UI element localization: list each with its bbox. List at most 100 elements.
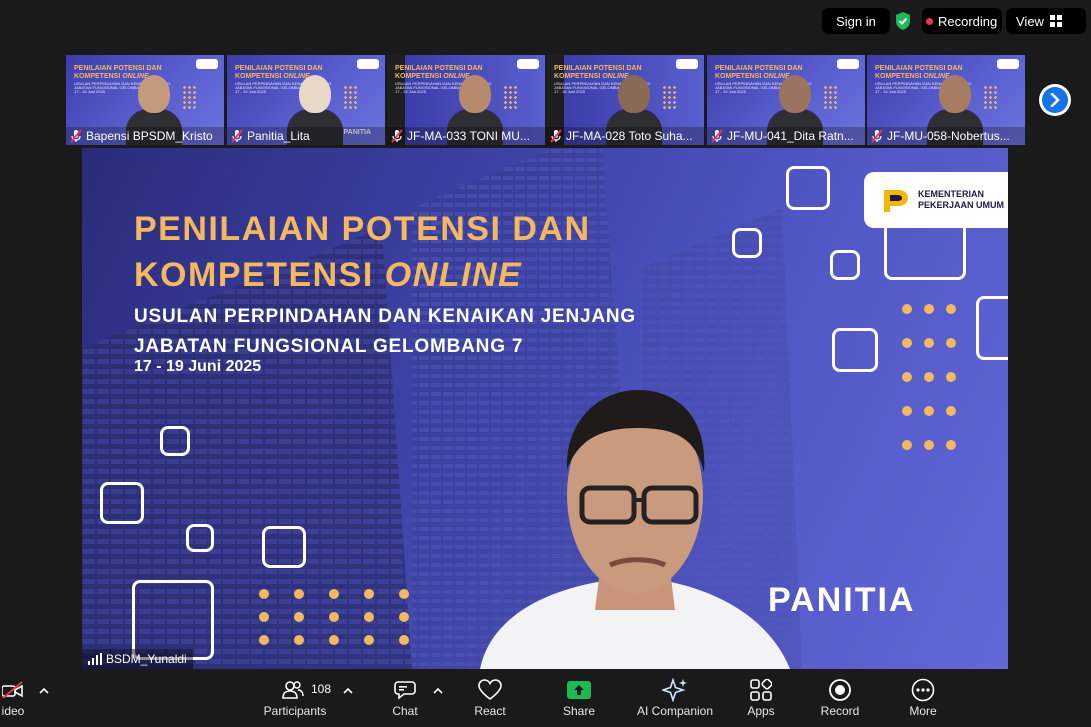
- view-label: View: [1016, 13, 1044, 29]
- thumb-decor-dots: [662, 85, 676, 109]
- thumb-title-line1: PENILAIAN POTENSI DAN: [395, 65, 483, 72]
- participant-thumbnail[interactable]: PENILAIAN POTENSI DAN KOMPETENSI ONLINE US…: [66, 55, 224, 145]
- decor-dot: [399, 589, 409, 599]
- participant-thumbnail[interactable]: PENILAIAN POTENSI DAN KOMPETENSI ONLINE US…: [707, 55, 865, 145]
- recording-dot-icon: [926, 17, 933, 25]
- thumb-title-line1: PENILAIAN POTENSI DAN: [235, 65, 323, 72]
- thumb-title-line2: KOMPETENSI: [715, 73, 764, 80]
- decor-square: [262, 526, 306, 568]
- decor-dot: [329, 589, 339, 599]
- participant-name-bar: JF-MA-028 Toto Suha...: [546, 127, 704, 145]
- decor-dot: [294, 589, 304, 599]
- decor-square: [832, 328, 878, 372]
- decor-dot: [946, 372, 956, 382]
- participant-name: JF-MA-033 TONI MU...: [407, 129, 530, 143]
- record-icon: [829, 679, 851, 701]
- decor-square: [160, 426, 190, 456]
- thumb-decor-dots: [343, 85, 357, 109]
- ai-companion-button[interactable]: AI Companion: [632, 676, 718, 724]
- security-shield-icon[interactable]: [890, 8, 916, 34]
- react-button[interactable]: React: [470, 676, 510, 724]
- shield-check-icon: [896, 12, 910, 30]
- decor-dot: [902, 304, 912, 314]
- signal-strength-icon: [88, 653, 102, 665]
- decor-square: [732, 228, 762, 258]
- decor-dot: [294, 635, 304, 645]
- thumb-decor-dots: [182, 85, 196, 109]
- speaker-figure: [480, 390, 790, 669]
- heart-icon: [478, 679, 502, 701]
- mic-muted-icon: [70, 129, 82, 143]
- ai-sparkle-icon: [662, 678, 687, 702]
- ai-companion-label: AI Companion: [636, 704, 714, 718]
- sign-in-label: Sign in: [836, 13, 876, 29]
- decor-dot: [946, 304, 956, 314]
- participant-thumbnail[interactable]: PENILAIAN POTENSI DAN KOMPETENSI ONLINE US…: [387, 55, 545, 145]
- decor-square: [830, 250, 860, 280]
- share-screen-icon: [567, 681, 591, 699]
- chat-icon: [394, 681, 416, 700]
- decor-dot: [329, 612, 339, 622]
- decor-dot: [902, 372, 912, 382]
- recording-indicator[interactable]: Recording: [922, 8, 1002, 34]
- participants-options-caret-icon[interactable]: [343, 686, 353, 696]
- sign-in-button[interactable]: Sign in: [822, 8, 890, 34]
- decor-square: [186, 524, 214, 552]
- slide-title-online: ONLINE: [384, 256, 523, 294]
- participant-name: JF-MU-041_Dita Ratn...: [727, 129, 854, 143]
- thumb-logo: [837, 59, 859, 69]
- more-label: More: [909, 704, 937, 718]
- record-button[interactable]: Record: [818, 676, 862, 724]
- speaker-name-tag: BSDM_Yunaldi: [82, 649, 193, 669]
- share-button[interactable]: Share: [559, 676, 599, 724]
- decor-dot: [924, 372, 934, 382]
- top-bar: Sign in Recording View: [0, 0, 1091, 44]
- thumb-title-line1: PENILAIAN POTENSI DAN: [554, 65, 642, 72]
- apps-button[interactable]: Apps: [744, 676, 778, 724]
- active-speaker-video[interactable]: PENILAIAN POTENSI DAN KOMPETENSI ONLINE …: [82, 148, 1008, 669]
- mic-muted-icon: [391, 129, 403, 143]
- speaker-name: BSDM_Yunaldi: [106, 652, 187, 666]
- thumb-decor-dots: [503, 85, 517, 109]
- video-options-caret-icon[interactable]: [39, 686, 49, 696]
- participant-thumbnail[interactable]: PENILAIAN POTENSI DAN KOMPETENSI ONLINE US…: [546, 55, 704, 145]
- decor-dot: [902, 338, 912, 348]
- participant-thumbnail[interactable]: PENILAIAN POTENSI DAN KOMPETENSI ONLINE US…: [227, 55, 385, 145]
- decor-square: [884, 220, 966, 280]
- mic-muted-icon: [711, 129, 723, 143]
- slide-date: 17 - 19 Juni 2025: [134, 358, 262, 375]
- record-label: Record: [820, 704, 860, 718]
- participant-thumbnail[interactable]: PENILAIAN POTENSI DAN KOMPETENSI ONLINE US…: [867, 55, 1025, 145]
- decor-dot: [924, 304, 934, 314]
- thumb-title-line1: PENILAIAN POTENSI DAN: [715, 65, 803, 72]
- thumb-title-line2: KOMPETENSI: [235, 73, 284, 80]
- video-button[interactable]: ideo: [0, 676, 26, 724]
- participant-name-bar: Bapensi BPSDM_Kristo: [66, 127, 224, 145]
- thumb-logo: [997, 59, 1019, 69]
- decor-dot: [259, 589, 269, 599]
- more-button[interactable]: More: [904, 676, 942, 724]
- more-icon: [911, 678, 935, 702]
- decor-dot: [259, 612, 269, 622]
- view-button[interactable]: View: [1006, 8, 1086, 34]
- decor-dot: [399, 612, 409, 622]
- slide-subtitle: USULAN PERPINDAHAN DAN KENAIKAN JENJANG …: [134, 306, 637, 357]
- thumb-title-line2: KOMPETENSI: [554, 73, 603, 80]
- thumb-title-line1: PENILAIAN POTENSI DAN: [74, 65, 162, 72]
- thumb-decor-dots: [983, 85, 997, 109]
- participant-name: JF-MA-028 Toto Suha...: [566, 129, 693, 143]
- apps-icon: [750, 679, 772, 701]
- slide-title: PENILAIAN POTENSI DAN KOMPETENSI ONLINE: [134, 206, 591, 298]
- decor-dot: [902, 440, 912, 450]
- chat-button[interactable]: Chat: [386, 676, 424, 724]
- pu-logo-icon: [880, 184, 912, 216]
- decor-dot: [329, 635, 339, 645]
- video-label: ideo: [1, 704, 25, 718]
- chat-options-caret-icon[interactable]: [433, 686, 443, 696]
- thumb-title-line2: KOMPETENSI: [875, 73, 924, 80]
- video-off-icon: [2, 681, 23, 699]
- decor-dot: [399, 635, 409, 645]
- thumb-decor-dots: [823, 85, 837, 109]
- thumb-title-line1: PENILAIAN POTENSI DAN: [875, 65, 963, 72]
- next-page-button[interactable]: [1039, 84, 1071, 116]
